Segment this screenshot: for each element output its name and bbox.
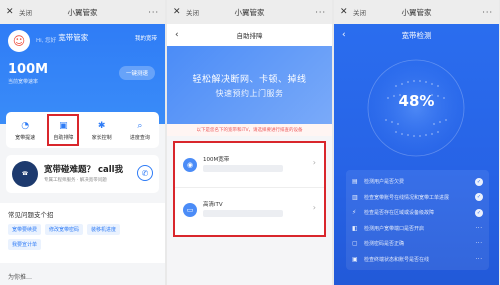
masked-account — [203, 165, 283, 172]
page-title: 自助排障 — [236, 32, 263, 40]
my-broadband-link[interactable]: 我的宽带 — [135, 34, 157, 42]
select-device-notice: 以下是您名下的宽带和iTV，请选择要进行排查的设备 — [167, 124, 332, 136]
check-label: 检查终端状态和账号是否在线 — [364, 256, 430, 263]
banner-subtitle: 专属工程师服务 · 解决宽带问题 — [44, 178, 107, 183]
wechat-title-bar: ✕ 关闭 小翼管家 ··· — [167, 0, 332, 24]
screens: ✕ 关闭 小翼管家 ··· ‹ 宽带管家 我的宽带 ☺ Hi, 您好 100M … — [0, 0, 500, 285]
broadband-home-screen: ✕ 关闭 小翼管家 ··· ‹ 宽带管家 我的宽带 ☺ Hi, 您好 100M … — [0, 0, 165, 285]
broadband-speed: 100M — [8, 62, 49, 77]
check-item: ⚡ 检查是否存在区域或设备级故障 ✓ — [352, 205, 483, 221]
list-item-itv[interactable]: ▭ 高清iTV › — [175, 187, 324, 231]
faq-tag[interactable]: 宽带要续费 — [8, 224, 42, 235]
check-item: ▢ 检测密码是否正确 ··· — [352, 236, 483, 252]
account-icon: ▥ — [352, 193, 358, 201]
menu-item-label: 家长控制 — [91, 134, 112, 141]
back-icon[interactable]: ‹ — [175, 30, 179, 40]
terminal-icon: ▣ — [352, 255, 358, 263]
page-nav: ‹ 自助排障 — [167, 24, 332, 46]
device-list: ◉ 100M宽带 › ▭ 高清iTV › — [173, 141, 326, 237]
progress-percent: 48% — [398, 92, 435, 110]
check-label: 检测密码是否正确 — [364, 241, 405, 248]
port-icon: ◧ — [352, 224, 358, 232]
check-item: ▤ 检测用户是否欠费 ✓ — [352, 174, 483, 190]
avatar: ☺ — [8, 30, 30, 52]
pending-icon: ··· — [475, 224, 483, 232]
close-label[interactable]: 关闭 — [353, 7, 366, 17]
self-troubleshoot-screen: ✕ 关闭 小翼管家 ··· ‹ 自助排障 轻松解决断网、卡顿、掉线 快速预约上门… — [167, 0, 332, 285]
page-nav: ‹ 宽带检测 — [334, 24, 499, 46]
support-banner[interactable]: ☎ 宽带碰难题？ call我 专属工程师服务 · 解决宽带问题 ✆ — [6, 155, 159, 193]
check-label: 检查是否存在区域或设备级故障 — [364, 210, 435, 217]
toolbox-icon: ▣ — [59, 120, 68, 131]
menu-item-label: 自助排障 — [53, 134, 74, 141]
recommend-heading: 为你推… — [8, 274, 33, 281]
greeting: Hi, 您好 — [36, 38, 57, 44]
check-done-icon: ✓ — [475, 208, 483, 217]
speedometer-icon: ◔ — [21, 120, 30, 131]
more-icon[interactable]: ··· — [482, 8, 493, 17]
bill-icon: ▤ — [352, 178, 358, 186]
wechat-title-bar: ✕ 关闭 小翼管家 ··· — [0, 0, 165, 24]
faq-tag[interactable]: 修改宽带密码 — [45, 224, 84, 235]
shield-icon: ✱ — [97, 120, 106, 131]
list-item-broadband[interactable]: ◉ 100M宽带 › — [175, 143, 324, 187]
pending-icon: ··· — [475, 255, 483, 263]
hero-subheadline: 快速预约上门服务 — [215, 89, 284, 98]
hero-banner: 轻松解决断网、卡顿、掉线 快速预约上门服务 — [167, 46, 332, 124]
faq-tag[interactable]: 装移机进度 — [87, 224, 121, 235]
pending-icon: ··· — [475, 240, 483, 248]
close-label[interactable]: 关闭 — [186, 7, 199, 17]
magnifier-icon: ⌕ — [137, 120, 143, 131]
menu-item-parental-control[interactable]: ✱ 家长控制 — [86, 114, 118, 146]
chevron-right-icon: › — [312, 158, 316, 167]
menu-item-progress-query[interactable]: ⌕ 进度查询 — [124, 114, 156, 146]
more-icon[interactable]: ··· — [315, 8, 326, 17]
check-list: ▤ 检测用户是否欠费 ✓ ▥ 检查宽带账号在线情况和宽带工单进展 ✓ ⚡ 检查是… — [346, 170, 489, 270]
close-icon[interactable]: ✕ — [340, 7, 350, 17]
page-title: 宽带管家 — [58, 33, 89, 42]
device-name: 高清iTV — [203, 202, 223, 208]
check-item: ◧ 检测用户宽带端口是否开启 ··· — [352, 221, 483, 237]
faq-tag[interactable]: 我要宣计单 — [8, 239, 42, 250]
page-title: 宽带检测 — [401, 30, 432, 40]
support-logo: ☎ — [12, 161, 38, 187]
back-icon[interactable]: ‹ — [342, 30, 346, 40]
close-label[interactable]: 关闭 — [19, 7, 32, 17]
broadband-speed-caption: 当前宽带速率 — [8, 79, 39, 85]
tv-icon: ▭ — [183, 202, 197, 217]
banner-title: 宽带碰难题？ call我 — [44, 165, 124, 175]
globe-icon: ◉ — [183, 158, 197, 172]
device-name: 100M宽带 — [203, 157, 230, 163]
check-label: 检测用户宽带端口是否开启 — [364, 225, 425, 232]
masked-account — [203, 210, 283, 217]
speed-test-button[interactable]: 一键测速 — [118, 66, 155, 80]
menu-item-label: 宽带提速 — [15, 134, 36, 141]
broadband-check-screen: ✕ 关闭 小翼管家 ··· ‹ 宽带检测 48% ▤ 检测用户是否欠费 ✓ ▥ … — [334, 0, 499, 285]
more-icon[interactable]: ··· — [148, 8, 159, 17]
faq-section: 常见问题支个招 宽带要续费 修改宽带密码 装移机进度 我要宣计单 — [0, 203, 165, 263]
menu-item-label: 进度查询 — [129, 134, 150, 141]
check-label: 检查宽带账号在线情况和宽带工单进展 — [364, 194, 450, 201]
menu-item-self-troubleshoot[interactable]: ▣ 自助排障 — [47, 114, 80, 146]
phone-icon[interactable]: ✆ — [137, 165, 153, 181]
wechat-title-bar: ✕ 关闭 小翼管家 ··· — [334, 0, 499, 24]
check-item: ▥ 检查宽带账号在线情况和宽带工单进展 ✓ — [352, 190, 483, 206]
menu-item-speed-up[interactable]: ◔ 宽带提速 — [9, 114, 41, 146]
lock-icon: ▢ — [352, 240, 358, 248]
check-label: 检测用户是否欠费 — [364, 179, 405, 186]
hero-headline: 轻松解决断网、卡顿、掉线 — [192, 75, 307, 85]
check-item: ▣ 检查终端状态和账号是否在线 ··· — [352, 252, 483, 268]
close-icon[interactable]: ✕ — [173, 7, 183, 17]
signal-icon: ⚡ — [352, 209, 357, 217]
check-done-icon: ✓ — [475, 193, 483, 202]
chevron-right-icon: › — [312, 203, 316, 212]
close-icon[interactable]: ✕ — [6, 7, 16, 17]
faq-title: 常见问题支个招 — [8, 211, 54, 219]
service-menu: ◔ 宽带提速 ▣ 自助排障 ✱ 家长控制 ⌕ 进度查询 — [6, 112, 159, 148]
check-done-icon: ✓ — [475, 177, 483, 186]
